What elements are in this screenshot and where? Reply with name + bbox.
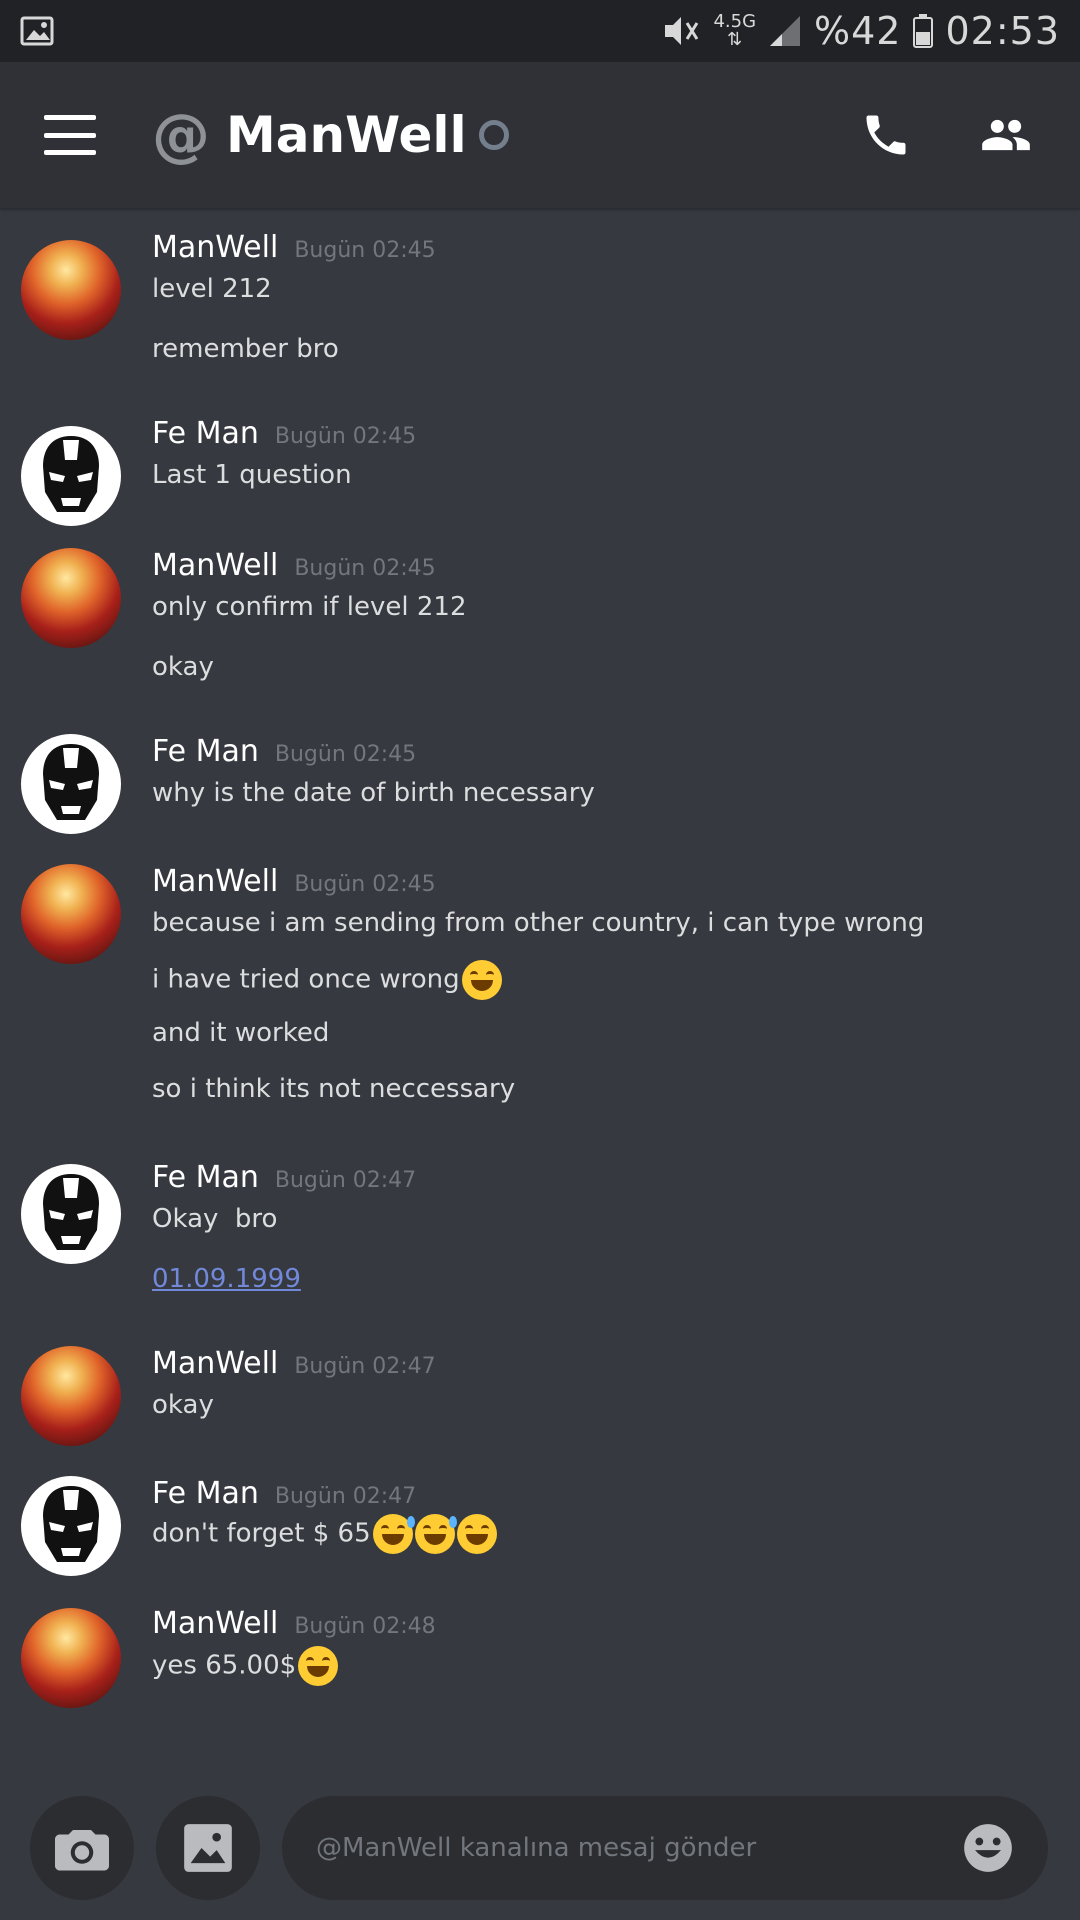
message-timestamp: Bugün 02:47: [274, 1168, 417, 1193]
message-text[interactable]: remember bro: [152, 334, 339, 364]
grinning-emoji-icon: [298, 1646, 339, 1686]
message-author[interactable]: Fe Man: [152, 1160, 259, 1195]
ironman-avatar[interactable]: [21, 1476, 121, 1576]
message-input-container: [282, 1796, 1048, 1900]
message-text[interactable]: Okay bro: [152, 1204, 277, 1234]
gallery-button[interactable]: [156, 1796, 260, 1900]
grinning-emoji-icon: [461, 960, 502, 1000]
offline-status-icon: [478, 120, 509, 150]
channel-header: @ ManWell: [0, 62, 1080, 208]
message-author[interactable]: ManWell: [152, 230, 278, 265]
message-input[interactable]: [314, 1832, 938, 1864]
message-text[interactable]: because i am sending from other country,…: [152, 908, 924, 938]
message-timestamp: Bugün 02:45: [294, 556, 436, 581]
ironman-avatar[interactable]: [21, 426, 121, 526]
manwell-avatar[interactable]: [21, 240, 121, 340]
message-author[interactable]: Fe Man: [152, 734, 259, 769]
ironman-avatar[interactable]: [21, 1164, 121, 1264]
battery-percent: %42: [814, 9, 902, 53]
mute-vibrate-icon: [665, 17, 699, 45]
battery-icon: [913, 14, 934, 48]
message-text-content: yes 65.00$: [152, 1650, 297, 1681]
message-composer: [0, 1780, 1080, 1920]
ironman-avatar[interactable]: [21, 734, 121, 834]
status-bar: 4.5G ⇅ %42 02:53: [0, 0, 1080, 62]
message-text[interactable]: so i think its not neccessary: [152, 1074, 515, 1104]
message-author[interactable]: ManWell: [152, 1346, 278, 1381]
signal-icon: [770, 16, 801, 46]
message-author[interactable]: ManWell: [152, 548, 278, 583]
emoji-picker-icon[interactable]: [962, 1822, 1014, 1874]
sweat-smile-emoji-icon: [372, 1514, 415, 1554]
camera-button[interactable]: [30, 1796, 134, 1900]
message-timestamp: Bugün 02:47: [294, 1354, 436, 1379]
camera-icon: [55, 1830, 109, 1871]
sweat-smile-emoji-icon: [414, 1514, 457, 1554]
gallery-notification-icon: [20, 16, 54, 46]
message-text[interactable]: okay: [152, 652, 214, 682]
manwell-avatar[interactable]: [21, 864, 121, 964]
image-icon: [184, 1824, 232, 1872]
message-timestamp: Bugün 02:45: [294, 238, 436, 263]
channel-title: ManWell: [226, 106, 467, 164]
tears-of-joy-emoji-icon: [456, 1514, 497, 1554]
message-timestamp: Bugün 02:45: [274, 742, 417, 767]
manwell-avatar[interactable]: [21, 1346, 121, 1446]
message-text[interactable]: okay: [152, 1390, 214, 1420]
message-timestamp: Bugün 02:45: [274, 424, 417, 449]
network-type: 4.5G ⇅: [713, 11, 757, 50]
message-text[interactable]: level 212: [152, 274, 272, 304]
manwell-avatar[interactable]: [21, 548, 121, 648]
date-link[interactable]: 01.09.1999: [152, 1264, 301, 1294]
message-timestamp: Bugün 02:47: [274, 1484, 417, 1509]
message-timestamp: Bugün 02:48: [294, 1614, 436, 1639]
message-text-content: i have tried once wrong: [152, 964, 460, 995]
message-text[interactable]: don't forget $ 65: [152, 1514, 497, 1554]
message-author[interactable]: ManWell: [152, 1606, 278, 1641]
message-author[interactable]: Fe Man: [152, 1476, 259, 1511]
message-text[interactable]: Last 1 question: [152, 460, 352, 490]
message-text-content: don't forget $ 65: [152, 1518, 371, 1549]
manwell-avatar[interactable]: [21, 1608, 121, 1708]
message-timestamp: Bugün 02:45: [294, 872, 436, 897]
message-text[interactable]: only confirm if level 212: [152, 592, 467, 622]
message-text[interactable]: i have tried once wrong: [152, 960, 502, 1000]
members-icon[interactable]: [976, 109, 1036, 161]
message-author[interactable]: ManWell: [152, 864, 278, 899]
message-text[interactable]: why is the date of birth necessary: [152, 778, 595, 808]
phone-call-icon[interactable]: [860, 109, 912, 161]
message-text[interactable]: yes 65.00$: [152, 1646, 339, 1686]
menu-icon[interactable]: [44, 115, 96, 155]
message-text[interactable]: and it worked: [152, 1018, 329, 1048]
message-author[interactable]: Fe Man: [152, 416, 259, 451]
clock: 02:53: [945, 9, 1060, 53]
at-icon: @: [152, 101, 210, 169]
